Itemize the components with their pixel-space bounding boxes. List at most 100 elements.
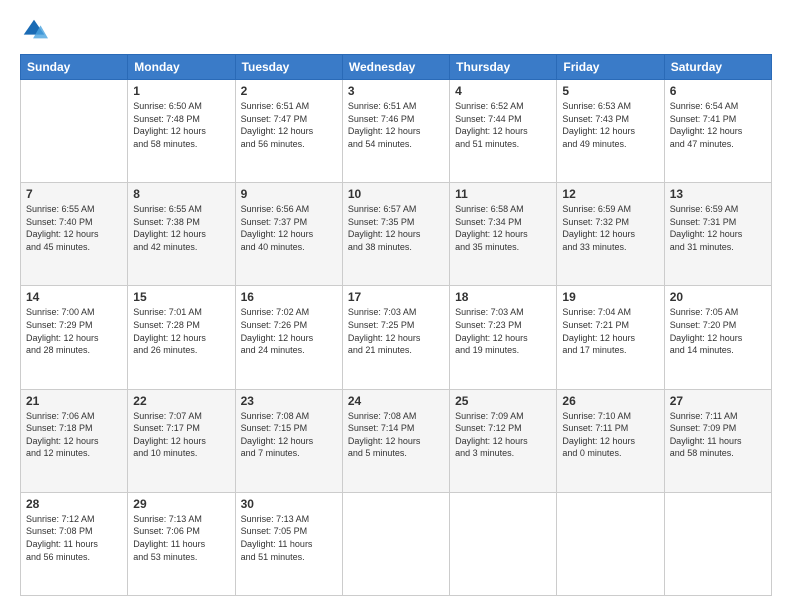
calendar-day-header: Thursday	[450, 55, 557, 80]
calendar-cell	[342, 492, 449, 595]
cell-content: Sunrise: 7:13 AMSunset: 7:06 PMDaylight:…	[133, 513, 229, 563]
day-number: 8	[133, 187, 229, 201]
cell-content: Sunrise: 6:50 AMSunset: 7:48 PMDaylight:…	[133, 100, 229, 150]
day-number: 23	[241, 394, 337, 408]
calendar-cell: 6 Sunrise: 6:54 AMSunset: 7:41 PMDaylight…	[664, 80, 771, 183]
logo	[20, 16, 52, 44]
day-number: 6	[670, 84, 766, 98]
calendar-cell: 15 Sunrise: 7:01 AMSunset: 7:28 PMDayligh…	[128, 286, 235, 389]
calendar-cell: 7 Sunrise: 6:55 AMSunset: 7:40 PMDaylight…	[21, 183, 128, 286]
day-number: 25	[455, 394, 551, 408]
calendar-cell: 13 Sunrise: 6:59 AMSunset: 7:31 PMDayligh…	[664, 183, 771, 286]
cell-content: Sunrise: 6:54 AMSunset: 7:41 PMDaylight:…	[670, 100, 766, 150]
day-number: 2	[241, 84, 337, 98]
calendar-week-row: 28Sunrise: 7:12 AMSunset: 7:08 PMDayligh…	[21, 492, 772, 595]
calendar-header-row: SundayMondayTuesdayWednesdayThursdayFrid…	[21, 55, 772, 80]
page: SundayMondayTuesdayWednesdayThursdayFrid…	[0, 0, 792, 612]
day-number: 1	[133, 84, 229, 98]
cell-content: Sunrise: 6:53 AMSunset: 7:43 PMDaylight:…	[562, 100, 658, 150]
header	[20, 16, 772, 44]
calendar-cell: 20 Sunrise: 7:05 AMSunset: 7:20 PMDayligh…	[664, 286, 771, 389]
calendar-cell	[21, 80, 128, 183]
calendar-cell: 27 Sunrise: 7:11 AMSunset: 7:09 PMDayligh…	[664, 389, 771, 492]
calendar-cell: 16 Sunrise: 7:02 AMSunset: 7:26 PMDayligh…	[235, 286, 342, 389]
calendar-day-header: Wednesday	[342, 55, 449, 80]
calendar-day-header: Monday	[128, 55, 235, 80]
day-number: 9	[241, 187, 337, 201]
cell-content: Sunrise: 6:59 AMSunset: 7:32 PMDaylight:…	[562, 203, 658, 253]
day-number: 4	[455, 84, 551, 98]
calendar-cell: 3 Sunrise: 6:51 AMSunset: 7:46 PMDaylight…	[342, 80, 449, 183]
cell-content: Sunrise: 7:03 AMSunset: 7:25 PMDaylight:…	[348, 306, 444, 356]
cell-content: Sunrise: 7:01 AMSunset: 7:28 PMDaylight:…	[133, 306, 229, 356]
cell-content: Sunrise: 7:05 AMSunset: 7:20 PMDaylight:…	[670, 306, 766, 356]
day-number: 5	[562, 84, 658, 98]
calendar-day-header: Saturday	[664, 55, 771, 80]
day-number: 14	[26, 290, 122, 304]
day-number: 7	[26, 187, 122, 201]
day-number: 10	[348, 187, 444, 201]
calendar-cell: 12 Sunrise: 6:59 AMSunset: 7:32 PMDayligh…	[557, 183, 664, 286]
calendar-week-row: 14 Sunrise: 7:00 AMSunset: 7:29 PMDayligh…	[21, 286, 772, 389]
day-number: 21	[26, 394, 122, 408]
day-number: 11	[455, 187, 551, 201]
cell-content: Sunrise: 7:06 AMSunset: 7:18 PMDaylight:…	[26, 410, 122, 460]
cell-content: Sunrise: 6:51 AMSunset: 7:47 PMDaylight:…	[241, 100, 337, 150]
day-number: 15	[133, 290, 229, 304]
day-number: 13	[670, 187, 766, 201]
calendar-cell: 21 Sunrise: 7:06 AMSunset: 7:18 PMDayligh…	[21, 389, 128, 492]
day-number: 30	[241, 497, 337, 511]
cell-content: Sunrise: 6:55 AMSunset: 7:38 PMDaylight:…	[133, 203, 229, 253]
calendar-cell: 17 Sunrise: 7:03 AMSunset: 7:25 PMDayligh…	[342, 286, 449, 389]
day-number: 17	[348, 290, 444, 304]
day-number: 3	[348, 84, 444, 98]
cell-content: Sunrise: 6:57 AMSunset: 7:35 PMDaylight:…	[348, 203, 444, 253]
cell-content: Sunrise: 7:02 AMSunset: 7:26 PMDaylight:…	[241, 306, 337, 356]
day-number: 19	[562, 290, 658, 304]
calendar-table: SundayMondayTuesdayWednesdayThursdayFrid…	[20, 54, 772, 596]
day-number: 18	[455, 290, 551, 304]
day-number: 20	[670, 290, 766, 304]
calendar-cell: 25 Sunrise: 7:09 AMSunset: 7:12 PMDayligh…	[450, 389, 557, 492]
calendar-cell: 9 Sunrise: 6:56 AMSunset: 7:37 PMDaylight…	[235, 183, 342, 286]
cell-content: Sunrise: 6:51 AMSunset: 7:46 PMDaylight:…	[348, 100, 444, 150]
calendar-day-header: Tuesday	[235, 55, 342, 80]
day-number: 27	[670, 394, 766, 408]
cell-content: Sunrise: 6:52 AMSunset: 7:44 PMDaylight:…	[455, 100, 551, 150]
calendar-cell: 29Sunrise: 7:13 AMSunset: 7:06 PMDayligh…	[128, 492, 235, 595]
calendar-cell: 22 Sunrise: 7:07 AMSunset: 7:17 PMDayligh…	[128, 389, 235, 492]
cell-content: Sunrise: 7:07 AMSunset: 7:17 PMDaylight:…	[133, 410, 229, 460]
calendar-cell: 2 Sunrise: 6:51 AMSunset: 7:47 PMDaylight…	[235, 80, 342, 183]
calendar-cell: 23 Sunrise: 7:08 AMSunset: 7:15 PMDayligh…	[235, 389, 342, 492]
calendar-day-header: Friday	[557, 55, 664, 80]
day-number: 28	[26, 497, 122, 511]
cell-content: Sunrise: 7:10 AMSunset: 7:11 PMDaylight:…	[562, 410, 658, 460]
calendar-week-row: 7 Sunrise: 6:55 AMSunset: 7:40 PMDaylight…	[21, 183, 772, 286]
calendar-week-row: 21 Sunrise: 7:06 AMSunset: 7:18 PMDayligh…	[21, 389, 772, 492]
calendar-cell: 30Sunrise: 7:13 AMSunset: 7:05 PMDayligh…	[235, 492, 342, 595]
calendar-day-header: Sunday	[21, 55, 128, 80]
cell-content: Sunrise: 7:00 AMSunset: 7:29 PMDaylight:…	[26, 306, 122, 356]
cell-content: Sunrise: 6:59 AMSunset: 7:31 PMDaylight:…	[670, 203, 766, 253]
calendar-cell: 24 Sunrise: 7:08 AMSunset: 7:14 PMDayligh…	[342, 389, 449, 492]
calendar-cell	[557, 492, 664, 595]
cell-content: Sunrise: 7:08 AMSunset: 7:14 PMDaylight:…	[348, 410, 444, 460]
day-number: 26	[562, 394, 658, 408]
cell-content: Sunrise: 7:11 AMSunset: 7:09 PMDaylight:…	[670, 410, 766, 460]
calendar-cell: 14 Sunrise: 7:00 AMSunset: 7:29 PMDayligh…	[21, 286, 128, 389]
calendar-cell: 4 Sunrise: 6:52 AMSunset: 7:44 PMDaylight…	[450, 80, 557, 183]
cell-content: Sunrise: 6:56 AMSunset: 7:37 PMDaylight:…	[241, 203, 337, 253]
day-number: 16	[241, 290, 337, 304]
calendar-cell: 11 Sunrise: 6:58 AMSunset: 7:34 PMDayligh…	[450, 183, 557, 286]
day-number: 24	[348, 394, 444, 408]
day-number: 12	[562, 187, 658, 201]
cell-content: Sunrise: 7:08 AMSunset: 7:15 PMDaylight:…	[241, 410, 337, 460]
calendar-cell: 1 Sunrise: 6:50 AMSunset: 7:48 PMDaylight…	[128, 80, 235, 183]
cell-content: Sunrise: 6:55 AMSunset: 7:40 PMDaylight:…	[26, 203, 122, 253]
cell-content: Sunrise: 6:58 AMSunset: 7:34 PMDaylight:…	[455, 203, 551, 253]
cell-content: Sunrise: 7:09 AMSunset: 7:12 PMDaylight:…	[455, 410, 551, 460]
calendar-cell: 26 Sunrise: 7:10 AMSunset: 7:11 PMDayligh…	[557, 389, 664, 492]
calendar-cell: 10 Sunrise: 6:57 AMSunset: 7:35 PMDayligh…	[342, 183, 449, 286]
cell-content: Sunrise: 7:04 AMSunset: 7:21 PMDaylight:…	[562, 306, 658, 356]
day-number: 22	[133, 394, 229, 408]
